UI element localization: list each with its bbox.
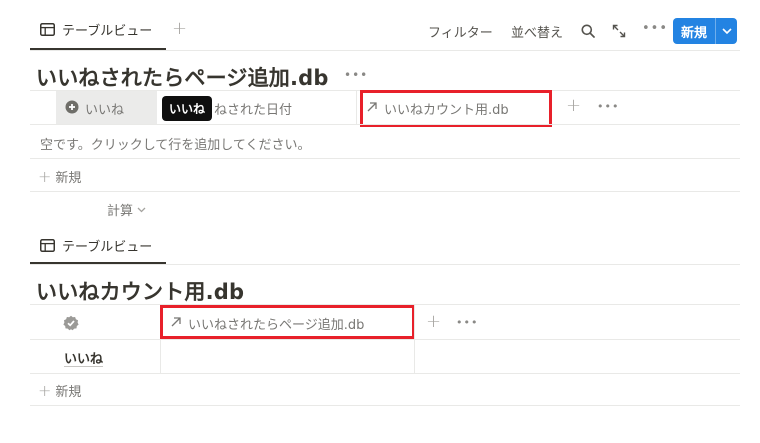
table-row[interactable]: いいね <box>64 348 103 367</box>
db2-row-divider <box>30 373 740 374</box>
db2-column-more-icon[interactable]: ••• <box>456 316 478 329</box>
add-property-icon[interactable]: + <box>566 97 581 115</box>
view2-divider <box>30 264 740 265</box>
chevron-down-icon <box>137 202 146 217</box>
db2-new-row-divider <box>30 405 740 406</box>
add-view-icon[interactable]: + <box>172 20 187 38</box>
tooltip: いいね <box>162 96 213 121</box>
db2-new-row[interactable]: + 新規 <box>38 381 81 400</box>
toolbar-divider <box>30 50 740 51</box>
table-icon <box>40 23 55 36</box>
db1-empty-text[interactable]: 空です。クリックして行を追加してください。 <box>40 134 311 153</box>
db1-name-column: いいね <box>65 99 124 118</box>
db1-calc-label: 計算 <box>107 204 134 219</box>
db2-title[interactable]: いいねカウント用.db <box>36 276 244 306</box>
db1-more-icon[interactable]: ••• <box>344 68 368 82</box>
table-icon <box>40 239 55 252</box>
db2-new-row-label: 新規 <box>55 385 82 400</box>
plus-icon: + <box>38 166 52 186</box>
db1-empty-divider <box>30 158 740 159</box>
tab-table-view[interactable]: テーブルビュー <box>40 20 152 39</box>
db1-title[interactable]: いいねされたらページ追加.db <box>36 62 329 92</box>
db1-calc[interactable]: 計算 <box>107 200 146 219</box>
new-button-label: 新規 <box>681 25 708 41</box>
db1-new-row-label: 新規 <box>55 171 82 186</box>
db1-date-column-label: ねされた日付 <box>214 103 293 118</box>
expand-icon[interactable] <box>612 23 626 42</box>
db2-header-bottom-border <box>30 339 740 340</box>
sort-button[interactable]: 並べ替え <box>511 22 563 41</box>
filter-button[interactable]: フィルター <box>428 22 493 41</box>
more-options-icon[interactable]: ••• <box>642 21 668 36</box>
tab-table-view-2[interactable]: テーブルビュー <box>40 236 152 255</box>
highlight-box <box>360 90 552 127</box>
db1-header-bottom-border <box>30 124 740 125</box>
plus-icon: + <box>38 380 52 400</box>
title-property-icon <box>65 100 79 118</box>
add-property-icon[interactable]: + <box>426 313 441 331</box>
search-icon[interactable] <box>581 23 595 42</box>
db1-name-column-label: いいね <box>85 103 125 118</box>
chevron-down-icon[interactable] <box>715 18 737 44</box>
new-button[interactable]: 新規 <box>673 18 738 44</box>
tab-label: テーブルビュー <box>62 240 153 255</box>
db1-new-row-divider <box>30 191 740 192</box>
db1-date-column[interactable]: ねされた日付 <box>214 99 292 118</box>
highlight-box <box>160 305 415 339</box>
db1-new-row[interactable]: + 新規 <box>38 167 81 186</box>
verified-icon <box>63 315 79 335</box>
tab-label: テーブルビュー <box>62 24 153 39</box>
db1-column-more-icon[interactable]: ••• <box>597 100 619 113</box>
db1-col-divider <box>356 91 357 124</box>
